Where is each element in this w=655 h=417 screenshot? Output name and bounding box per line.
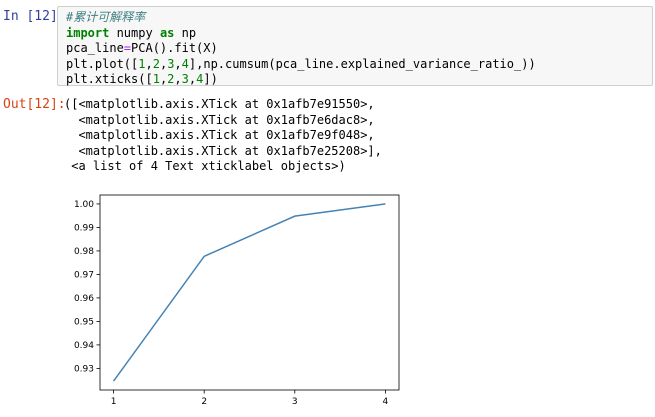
code-cell-input[interactable]: #累计可解释率 import numpy as np pca_line=PCA(… — [57, 6, 653, 86]
code-alias: np — [174, 25, 197, 40]
code-var: pca_line — [66, 41, 124, 55]
code-keyword-as: as — [159, 25, 175, 40]
code-num: 4 — [181, 56, 189, 71]
line-chart: 0.93 0.94 0.95 0.96 0.97 0.98 0.99 1.00 1 2 3 4 — [74, 194, 400, 407]
y-tick-label: 0.93 — [74, 364, 94, 374]
code-module: numpy — [109, 25, 160, 40]
output-line: <matplotlib.axis.XTick at 0x1afb7e25208>… — [64, 143, 382, 158]
y-tick-label: 1.00 — [74, 200, 94, 210]
y-tick-label: 0.96 — [74, 294, 94, 304]
code-sep: , — [174, 56, 182, 71]
x-tick-label: 3 — [292, 397, 298, 407]
code-plot-call: plt.plot([ — [66, 56, 139, 71]
plot-frame — [99, 194, 400, 391]
x-tick-label: 1 — [111, 397, 117, 407]
output-line: ([<matplotlib.axis.XTick at 0x1afb7e9155… — [64, 97, 375, 111]
output-line: <a list of 4 Text xticklabel objects>) — [64, 159, 346, 173]
code-xticks-close: ]) — [203, 72, 218, 86]
code-num: 3 — [181, 72, 189, 86]
code-num: 2 — [152, 56, 160, 71]
code-num: 1 — [152, 72, 160, 86]
y-tick-label: 0.95 — [74, 317, 94, 327]
x-tick-label: 2 — [201, 397, 207, 407]
code-comment: #累计可解释率 — [66, 10, 146, 24]
code-sep: , — [174, 72, 182, 86]
cell-output: ([<matplotlib.axis.XTick at 0x1afb7e9155… — [64, 97, 382, 175]
output-prompt: Out[12]: — [3, 97, 66, 112]
code-expr: PCA().fit(X) — [131, 41, 218, 55]
output-line: <matplotlib.axis.XTick at 0x1afb7e9f048>… — [64, 128, 375, 142]
code-assign-op: = — [123, 41, 132, 55]
output-line: <matplotlib.axis.XTick at 0x1afb7e6dac8>… — [64, 112, 375, 127]
y-tick-label: 0.94 — [74, 341, 94, 351]
y-tick-label: 0.99 — [74, 223, 94, 233]
x-tick-label: 4 — [383, 397, 389, 407]
code-sep: , — [145, 56, 153, 71]
code-plot-args: ],np.cumsum(pca_line.explained_variance_… — [188, 56, 536, 71]
y-tick-label: 0.97 — [74, 270, 94, 280]
code-xticks-call: plt.xticks([ — [66, 72, 153, 86]
y-tick-label: 0.98 — [74, 247, 94, 257]
code-editor[interactable]: #累计可解释率 import numpy as np pca_line=PCA(… — [66, 10, 536, 88]
code-keyword-import: import — [66, 25, 110, 40]
